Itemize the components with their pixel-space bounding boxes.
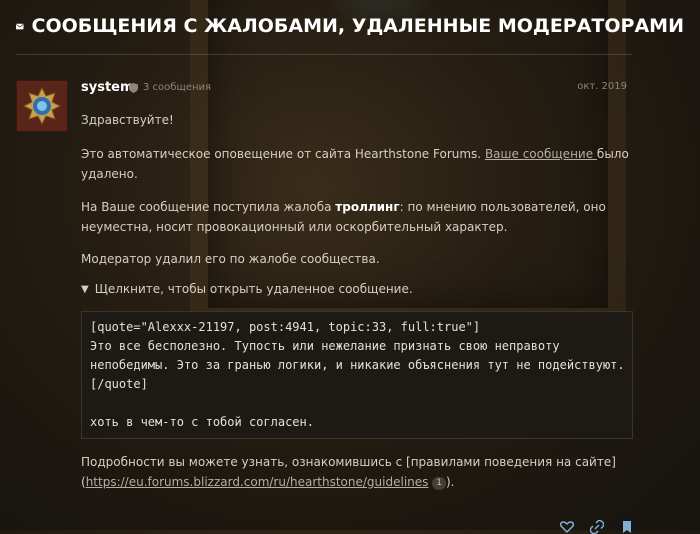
envelope-icon	[16, 23, 24, 29]
link-click-count-badge: 1	[432, 477, 446, 490]
link-icon[interactable]	[590, 520, 604, 534]
deleted-message-toggle[interactable]: ▼ Щелкните, чтобы открыть удаленное сооб…	[81, 282, 413, 296]
deleted-message-code: [quote="Alexxx-21197, post:4941, topic:3…	[81, 311, 633, 439]
footer-text: Подробности вы можете узнать, ознакомивш…	[81, 455, 616, 469]
greeting: Здравствуйте!	[81, 113, 174, 127]
bookmark-icon[interactable]	[620, 520, 634, 534]
paragraph-notification-text: Это автоматическое оповещение от сайта H…	[81, 147, 485, 161]
username[interactable]: system	[81, 80, 134, 95]
post-header: system 3 сообщения окт. 2019	[81, 80, 631, 98]
post-actions	[560, 520, 660, 534]
footer-paren-close: ).	[445, 475, 455, 489]
triangle-down-icon: ▼	[81, 283, 89, 295]
paragraph-footer: Подробности вы можете узнать, ознакомивш…	[81, 452, 641, 492]
complaint-type: троллинг	[335, 200, 400, 214]
deleted-message-toggle-label: Щелкните, чтобы открыть удаленное сообще…	[94, 282, 413, 296]
page-title: СООБЩЕНИЯ С ЖАЛОБАМИ, УДАЛЕННЫЕ МОДЕРАТО…	[31, 15, 685, 37]
shield-icon	[129, 83, 138, 93]
avatar[interactable]	[16, 80, 68, 132]
title-row: СООБЩЕНИЯ С ЖАЛОБАМИ, УДАЛЕННЫЕ МОДЕРАТО…	[16, 10, 684, 42]
paragraph-notification: Это автоматическое оповещение от сайта H…	[81, 144, 641, 184]
hearthstone-logo-icon	[22, 86, 62, 126]
paragraph-moderator: Модератор удалил его по жалобе сообществ…	[81, 252, 380, 266]
paragraph-complaint: На Ваше сообщение поступила жалоба тролл…	[81, 197, 641, 237]
post-date[interactable]: окт. 2019	[577, 81, 627, 92]
message-link[interactable]: Ваше сообщение	[485, 147, 597, 161]
paragraph-complaint-text: На Ваше сообщение поступила жалоба	[81, 200, 336, 214]
title-divider	[16, 54, 632, 55]
heart-icon[interactable]	[560, 520, 574, 534]
guidelines-link[interactable]: https://eu.forums.blizzard.com/ru/hearth…	[86, 475, 429, 489]
post-count: 3 сообщения	[143, 82, 212, 93]
